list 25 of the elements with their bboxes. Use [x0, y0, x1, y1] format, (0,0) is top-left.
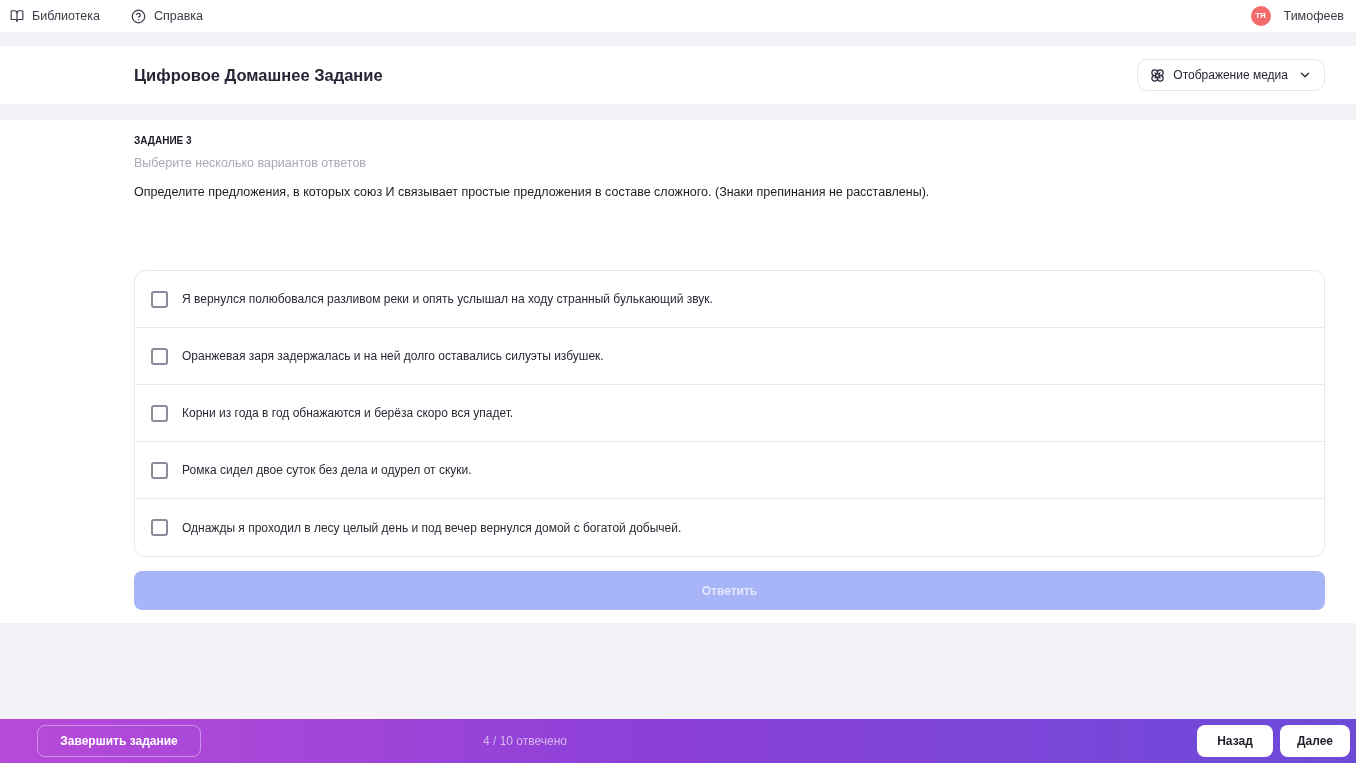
- next-button[interactable]: Далее: [1280, 725, 1350, 757]
- checkbox[interactable]: [151, 347, 168, 365]
- page-title: Цифровое Домашнее Задание: [134, 64, 383, 86]
- finish-task-button[interactable]: Завершить задание: [37, 725, 201, 757]
- option-text[interactable]: Корни из года в год обнажаются и берёза скоро вся упадет.: [182, 404, 514, 422]
- checkbox[interactable]: [151, 404, 168, 422]
- question-text: Определите предложения, в которых союз И связывает простые предложения в составе сложного. (Знаки препинания не расставлены).: [134, 184, 931, 200]
- book-icon: [10, 9, 24, 23]
- option-text[interactable]: Я вернулся полюбовался разливом реки и опять услышал на ходу странный булькающий звук.: [182, 290, 713, 308]
- library-link[interactable]: Библиотека: [10, 6, 100, 26]
- checkbox[interactable]: [151, 519, 168, 536]
- help-icon: [130, 8, 146, 24]
- option-text[interactable]: Однажды я проходил в лесу целый день и под вечер вернулся домой с богатой добычей.: [182, 518, 682, 537]
- checkbox[interactable]: [151, 290, 168, 308]
- flower-icon: [1150, 67, 1166, 83]
- option-text[interactable]: Оранжевая заря задержалась и на ней долго оставались силуэты избушек.: [182, 347, 604, 365]
- option-text[interactable]: Ромка сидел двое суток без дела и одурел от скуки.: [182, 461, 472, 479]
- checkbox[interactable]: [151, 461, 168, 479]
- task-instruction: Выберите несколько вариантов ответов: [134, 155, 367, 171]
- back-button[interactable]: Назад: [1197, 725, 1273, 757]
- help-link[interactable]: Справка: [130, 6, 203, 26]
- task-number: ЗАДАНИЕ 3: [134, 135, 193, 147]
- media-display-button[interactable]: Отображение медиа: [1137, 59, 1325, 91]
- user-name[interactable]: Тимофеев: [1283, 6, 1344, 26]
- progress-text: 4 / 10 отвечено: [483, 733, 567, 750]
